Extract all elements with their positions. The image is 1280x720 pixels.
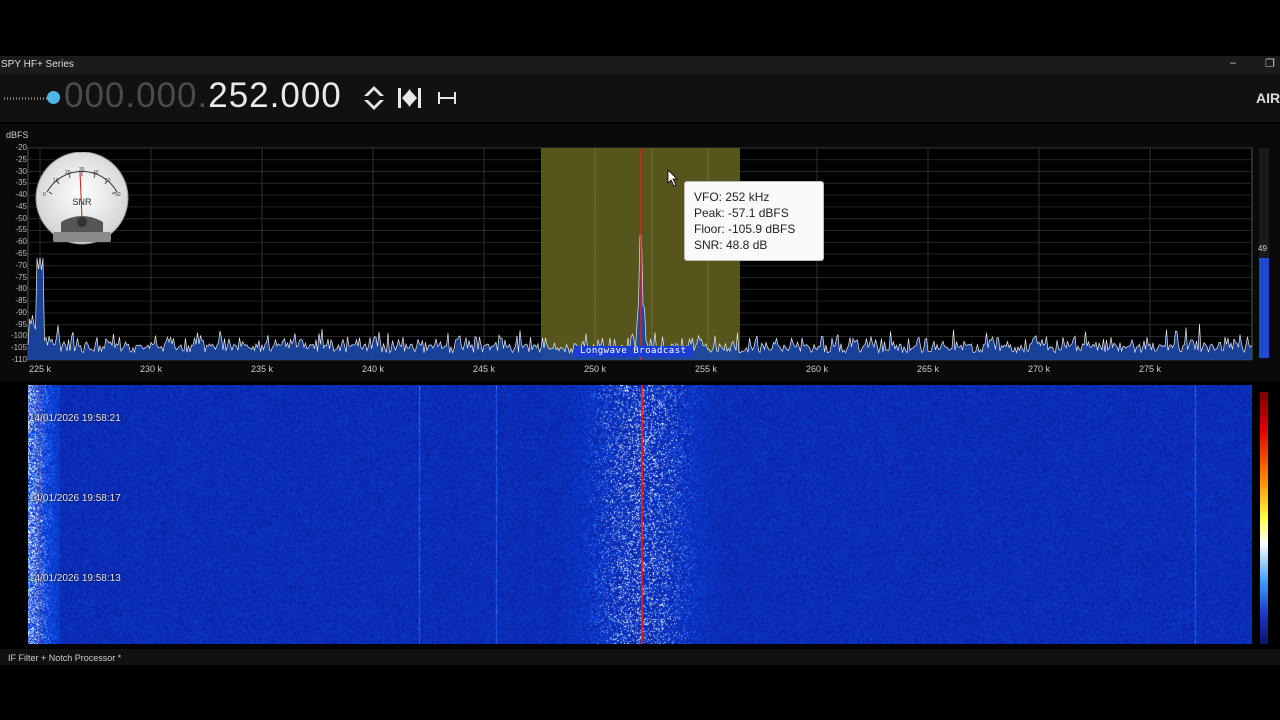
waterfall-timestamp: 14/01/2026 19:58:21: [29, 413, 121, 424]
sdr-application: SPY HF+ Series – ❐ 000.000.252.000 AIR d…: [0, 0, 1280, 720]
tooltip-peak: Peak: -57.1 dBFS: [694, 206, 789, 220]
y-tick-label: -85: [15, 296, 27, 306]
status-bar: IF Filter + Notch Processor *: [0, 649, 1280, 665]
skip-to-start-icon[interactable]: [397, 84, 423, 114]
x-tick-label: 265 k: [917, 364, 940, 374]
svg-text:20: 20: [65, 170, 71, 176]
title-bar: SPY HF+ Series – ❐: [0, 56, 1280, 74]
x-tick-label: 270 k: [1028, 364, 1051, 374]
svg-text:40: 40: [93, 170, 99, 176]
snr-meter: 01020 30 405060 SNR: [35, 152, 129, 245]
y-tick-label: -105: [10, 343, 27, 353]
waterfall-timestamp: 14/01/2026 19:58:13: [29, 573, 121, 584]
y-tick-label: -20: [15, 143, 27, 152]
x-tick-label: 225 k: [29, 364, 52, 374]
tooltip-floor: Floor: -105.9 dBFS: [694, 222, 796, 236]
volume-slider-handle[interactable]: [47, 91, 60, 104]
snr-level-bar-fill: [1259, 258, 1269, 358]
minimize-button[interactable]: –: [1230, 57, 1236, 69]
svg-text:60: 60: [115, 192, 121, 198]
waterfall-canvas[interactable]: [28, 385, 1252, 644]
svg-text:SNR: SNR: [72, 197, 92, 207]
y-tick-label: -65: [15, 249, 27, 258]
restore-button[interactable]: ❐: [1265, 57, 1275, 70]
y-tick-label: -110: [11, 355, 27, 364]
frequency-leading-digits[interactable]: 000.000.: [64, 76, 208, 115]
y-tick-label: -45: [15, 201, 27, 211]
y-tick-label: -60: [15, 237, 27, 247]
y-tick-label: -90: [15, 307, 27, 317]
x-tick-label: 275 k: [1139, 364, 1162, 374]
x-tick-label: 255 k: [695, 364, 718, 374]
svg-text:10: 10: [53, 178, 59, 184]
svg-text:50: 50: [105, 178, 111, 184]
y-tick-label: -40: [15, 190, 27, 200]
y-tick-label: -100: [10, 331, 27, 341]
x-tick-label: 235 k: [251, 364, 274, 374]
brand-logo: AIR: [1256, 90, 1280, 106]
frequency-active-digits[interactable]: 252.000: [208, 76, 342, 115]
y-tick-label: -30: [15, 166, 27, 176]
waterfall-color-scale: [1260, 392, 1268, 644]
up-down-arrows-icon[interactable]: [362, 84, 386, 114]
y-tick-label: -75: [15, 272, 27, 282]
y-tick-label: -50: [15, 213, 27, 223]
waterfall-display[interactable]: [28, 385, 1252, 644]
y-tick-label: -35: [15, 178, 27, 188]
tooltip-snr: SNR: 48.8 dB: [694, 238, 768, 252]
y-tick-label: -95: [15, 319, 27, 329]
y-tick-label: -55: [15, 225, 27, 235]
y-tick-label: -80: [15, 284, 27, 294]
x-tick-label: 240 k: [362, 364, 385, 374]
tooltip-vfo: VFO: 252 kHz: [694, 190, 770, 204]
y-tick-label: -25: [15, 154, 27, 164]
waterfall-timestamp: 14/01/2026 19:58:17: [29, 493, 121, 504]
status-text[interactable]: IF Filter + Notch Processor *: [8, 653, 121, 663]
x-tick-label: 245 k: [473, 364, 496, 374]
window-title: SPY HF+ Series: [1, 59, 74, 70]
span-width-icon[interactable]: [437, 84, 459, 114]
vfo-tooltip: VFO: 252 kHz Peak: -57.1 dBFS Floor: -10…: [684, 181, 824, 261]
y-tick-label: -70: [15, 260, 27, 270]
band-label[interactable]: Longwave Broadcast: [574, 346, 693, 357]
x-tick-label: 230 k: [140, 364, 163, 374]
x-tick-label: 250 k: [584, 364, 607, 374]
mouse-cursor-icon: [667, 169, 678, 187]
x-tick-label: 260 k: [806, 364, 829, 374]
frequency-display[interactable]: 000.000.252.000: [64, 76, 342, 116]
snr-level-value: 49: [1258, 244, 1267, 253]
svg-text:0: 0: [43, 192, 46, 198]
spectrum-plot[interactable]: [0, 124, 1280, 382]
